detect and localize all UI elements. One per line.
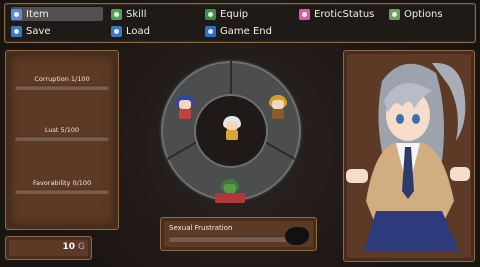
corruption-bar — [15, 85, 109, 90]
status-panel: Corruption 1/100 Lust 5/100 Favorability… — [5, 50, 119, 230]
gold-value: 10 — [62, 242, 75, 252]
frustration-bar — [169, 236, 297, 242]
lust-bar — [15, 136, 109, 141]
menu-item-equip-label: Equip — [220, 8, 249, 20]
menu-item-load-label: Load — [126, 25, 150, 37]
heroine-portrait — [346, 62, 470, 251]
book-icon — [111, 8, 122, 20]
party-member-blond-hair[interactable] — [267, 95, 289, 119]
menu-item-options[interactable]: Options — [389, 7, 471, 21]
portrait-panel — [343, 50, 475, 262]
party-ring — [161, 61, 301, 203]
corruption-label: Corruption 1/100 — [34, 75, 90, 83]
menu-item-save-label: Save — [26, 25, 51, 37]
gold-panel: 10 G — [5, 236, 92, 260]
heart-icon — [299, 8, 310, 20]
menu-item-item-label: Item — [26, 8, 49, 20]
menu-item-equip[interactable]: Equip — [205, 7, 291, 21]
menu-item-skill[interactable]: Skill — [111, 7, 197, 21]
gold-unit: G — [78, 242, 85, 252]
menu-item-game-end-label: Game End — [220, 25, 272, 37]
frustration-label: Sexual Frustration — [169, 224, 233, 232]
quill-icon — [11, 25, 22, 37]
lust-label: Lust 5/100 — [44, 126, 80, 134]
frustration-silhouette-icon — [285, 227, 309, 245]
menu-item-item[interactable]: Item — [11, 7, 103, 21]
frustration-panel: Sexual Frustration — [160, 217, 317, 251]
favorability-label: Favorability 0/100 — [32, 179, 92, 187]
menu-item-skill-label: Skill — [126, 8, 147, 20]
potion-icon — [11, 8, 22, 20]
party-member-blue-hair[interactable] — [174, 95, 196, 119]
menu-item-options-label: Options — [404, 8, 443, 20]
menu-item-game-end[interactable]: Game End — [205, 24, 291, 38]
menu-item-erotic-status[interactable]: EroticStatus — [299, 7, 385, 21]
menu-item-save[interactable]: Save — [11, 24, 103, 38]
gear-icon — [389, 8, 400, 20]
exit-icon — [205, 25, 216, 37]
armor-icon — [205, 8, 216, 20]
favorability-bar — [15, 189, 109, 194]
main-menu: Item Skill Equip EroticStatus Options Sa… — [4, 3, 476, 43]
quill-icon — [111, 25, 122, 37]
menu-item-erotic-status-label: EroticStatus — [314, 8, 375, 20]
party-member-silver-hair[interactable] — [221, 116, 243, 140]
party-member-orc[interactable] — [213, 179, 247, 203]
menu-item-load[interactable]: Load — [111, 24, 197, 38]
ring-divider — [230, 61, 232, 96]
